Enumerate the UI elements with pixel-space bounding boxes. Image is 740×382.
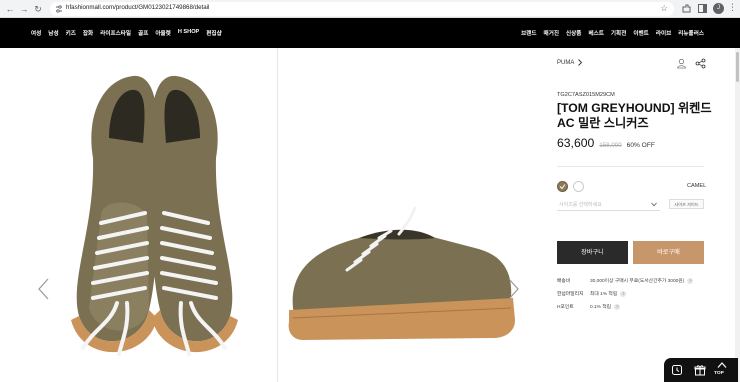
nav-item-men[interactable]: 남성 bbox=[48, 29, 58, 37]
shipping-label: 배송비 bbox=[557, 279, 571, 284]
info-row-mileage: 한섬마일리지 최대 1% 적립 ? bbox=[557, 290, 627, 297]
sale-price: 63,600 bbox=[557, 136, 595, 150]
nav-item-brand[interactable]: 브랜드 bbox=[521, 29, 536, 37]
nav-item-women[interactable]: 여성 bbox=[31, 29, 41, 37]
info-row-hpoint: H포인트 0.1% 적립 ? bbox=[557, 303, 621, 310]
color-swatch-other[interactable] bbox=[573, 181, 584, 192]
browser-toolbar: ← → ↻ hfashionmall.com/product/GM0123021… bbox=[0, 0, 740, 18]
wishlist-icon[interactable] bbox=[676, 58, 687, 69]
mileage-label: 한섬마일리지 bbox=[557, 292, 584, 297]
size-select[interactable]: 사이즈를 선택하세요 bbox=[557, 199, 660, 211]
back-icon[interactable]: ← bbox=[4, 3, 16, 15]
next-image-arrow-icon[interactable] bbox=[506, 278, 520, 300]
help-icon[interactable]: ? bbox=[614, 303, 621, 310]
shipping-value: 30,000이상 구매시 무료(도서산간추가 3000원) bbox=[590, 279, 685, 284]
nav-item-live[interactable]: 라이브 bbox=[656, 29, 671, 37]
mileage-value: 최대 1% 적립 bbox=[590, 292, 618, 297]
nav-item-exhibition[interactable]: 기획전 bbox=[611, 29, 626, 37]
share-icon[interactable] bbox=[695, 58, 706, 69]
profile-avatar[interactable]: J bbox=[713, 3, 724, 14]
scrollbar-thumb[interactable] bbox=[736, 52, 739, 82]
url-text: hfashionmall.com/product/GM0123021749868… bbox=[66, 4, 210, 11]
hpoint-label: H포인트 bbox=[557, 305, 574, 310]
product-code: TG2C7ASZ015M29CM bbox=[557, 92, 615, 98]
gift-icon[interactable] bbox=[694, 364, 706, 376]
nav-item-event[interactable]: 이벤트 bbox=[633, 29, 648, 37]
nav-item-hshop[interactable]: H SHOP bbox=[178, 29, 199, 37]
discount-rate: 60% OFF bbox=[626, 142, 655, 149]
prev-image-arrow-icon[interactable] bbox=[37, 278, 51, 300]
scroll-top-button[interactable]: TOP bbox=[714, 371, 724, 376]
nav-left-menu: 여성 남성 키즈 잡화 라이프스타일 골프 아울렛 H SHOP 편집샵 bbox=[31, 29, 222, 37]
site-navigation: 여성 남성 키즈 잡화 라이프스타일 골프 아울렛 H SHOP 편집샵 브랜드… bbox=[0, 18, 740, 48]
nav-item-outlet[interactable]: 아울렛 bbox=[155, 29, 170, 37]
brand-name: PUMA bbox=[557, 59, 575, 66]
nav-item-renew-plus[interactable]: 리뉴플러스 bbox=[678, 29, 704, 37]
nav-item-best[interactable]: 베스트 bbox=[588, 29, 603, 37]
add-to-cart-button[interactable]: 장바구니 bbox=[557, 241, 628, 264]
nav-item-select-shop[interactable]: 편집샵 bbox=[206, 29, 221, 37]
help-icon[interactable]: ? bbox=[687, 277, 694, 284]
chevron-right-icon bbox=[578, 59, 583, 66]
nav-item-golf[interactable]: 골프 bbox=[138, 29, 148, 37]
original-price: 158,000 bbox=[599, 142, 622, 149]
side-panel-icon[interactable] bbox=[697, 3, 708, 14]
nav-item-accessories[interactable]: 잡화 bbox=[83, 29, 93, 37]
extensions-icon[interactable] bbox=[681, 3, 692, 14]
divider bbox=[557, 166, 704, 167]
size-guide-button[interactable]: 사이즈 가이드 bbox=[669, 199, 704, 209]
page-scrollbar[interactable] bbox=[735, 48, 740, 382]
check-icon bbox=[559, 184, 566, 190]
browser-menu-icon[interactable]: ⋮ bbox=[728, 2, 737, 13]
nav-right-menu: 브랜드 매거진 신상품 베스트 기획전 이벤트 라이브 리뉴플러스 bbox=[521, 29, 704, 37]
floating-dock bbox=[664, 358, 738, 382]
size-placeholder: 사이즈를 선택하세요 bbox=[559, 202, 602, 208]
selected-color-name: CAMEL bbox=[687, 183, 707, 189]
address-bar[interactable]: hfashionmall.com/product/GM0123021749868… bbox=[50, 2, 674, 16]
nav-item-magazine[interactable]: 매거진 bbox=[544, 29, 559, 37]
nav-item-lifestyle[interactable]: 라이프스타일 bbox=[100, 29, 131, 37]
price-row: 63,600 158,000 60% OFF bbox=[557, 136, 655, 150]
chevron-down-icon bbox=[651, 202, 657, 207]
scroll-top-arrow-icon[interactable] bbox=[716, 361, 728, 369]
nav-item-new[interactable]: 신상품 bbox=[566, 29, 581, 37]
product-title: [TOM GREYHOUND] 위켄드 AC 밀란 스니커즈 bbox=[557, 101, 712, 130]
color-swatch-camel[interactable] bbox=[557, 181, 568, 192]
sneaker-side-view-image bbox=[288, 206, 515, 340]
help-icon[interactable]: ? bbox=[620, 290, 627, 297]
hpoint-value: 0.1% 적립 bbox=[590, 305, 612, 310]
brand-link[interactable]: PUMA bbox=[557, 59, 583, 66]
reload-icon[interactable]: ↻ bbox=[32, 3, 44, 15]
recent-view-icon[interactable] bbox=[671, 364, 683, 376]
product-image-top[interactable] bbox=[31, 48, 278, 382]
forward-icon[interactable]: → bbox=[18, 3, 30, 15]
product-image-side[interactable] bbox=[279, 48, 526, 382]
site-info-icon[interactable] bbox=[55, 5, 63, 13]
nav-item-kids[interactable]: 키즈 bbox=[66, 29, 76, 37]
sneaker-top-view-image bbox=[71, 75, 238, 356]
buy-now-button[interactable]: 바로구매 bbox=[633, 241, 704, 264]
bookmark-star-icon[interactable]: ☆ bbox=[660, 3, 668, 14]
info-row-shipping: 배송비 30,000이상 구매시 무료(도서산간추가 3000원) ? bbox=[557, 277, 694, 284]
